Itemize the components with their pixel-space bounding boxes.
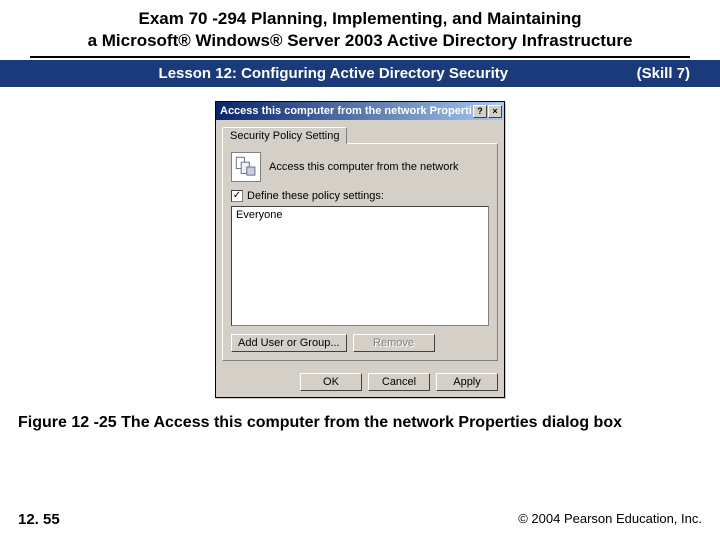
tab-security-policy-setting[interactable]: Security Policy Setting [222, 127, 347, 144]
define-label: Define these policy settings: [247, 190, 384, 202]
policy-icon [231, 152, 261, 182]
lesson-label: Lesson 12: Configuring Active Directory … [30, 65, 637, 82]
tab-panel: Access this computer from the network ✓ … [222, 143, 498, 361]
users-listbox[interactable]: Everyone [231, 206, 489, 326]
slide-footer: 12. 55 © 2004 Pearson Education, Inc. [0, 511, 720, 528]
slide-title: Exam 70 -294 Planning, Implementing, and… [0, 0, 720, 56]
dialog-footer: OK Cancel Apply [216, 367, 504, 397]
dialog-body: Security Policy Setting Access this comp… [216, 120, 504, 367]
dialog-titlebar[interactable]: Access this computer from the network Pr… [216, 102, 504, 120]
skill-label: (Skill 7) [637, 65, 690, 82]
cancel-button[interactable]: Cancel [368, 373, 430, 391]
dialog-wrapper: Access this computer from the network Pr… [0, 87, 720, 408]
close-button[interactable]: × [488, 105, 502, 118]
copyright: © 2004 Pearson Education, Inc. [518, 511, 702, 528]
dialog-title: Access this computer from the network Pr… [218, 105, 472, 117]
title-line1: Exam 70 -294 Planning, Implementing, and… [30, 8, 690, 30]
properties-dialog: Access this computer from the network Pr… [215, 101, 505, 398]
list-item[interactable]: Everyone [236, 209, 484, 221]
list-buttons-row: Add User or Group... Remove [231, 334, 489, 352]
add-user-button[interactable]: Add User or Group... [231, 334, 347, 352]
policy-name-label: Access this computer from the network [269, 161, 459, 173]
policy-header-row: Access this computer from the network [231, 152, 489, 182]
tab-header: Security Policy Setting [222, 126, 498, 143]
title-line2: a Microsoft® Windows® Server 2003 Active… [30, 30, 690, 52]
remove-button[interactable]: Remove [353, 334, 435, 352]
lesson-bar: Lesson 12: Configuring Active Directory … [0, 60, 720, 87]
define-checkbox[interactable]: ✓ [231, 190, 243, 202]
apply-button[interactable]: Apply [436, 373, 498, 391]
title-underline [30, 56, 690, 58]
figure-caption: Figure 12 -25 The Access this computer f… [0, 408, 720, 432]
page-number: 12. 55 [18, 511, 60, 528]
help-button[interactable]: ? [473, 105, 487, 118]
define-checkbox-row[interactable]: ✓ Define these policy settings: [231, 190, 489, 202]
ok-button[interactable]: OK [300, 373, 362, 391]
